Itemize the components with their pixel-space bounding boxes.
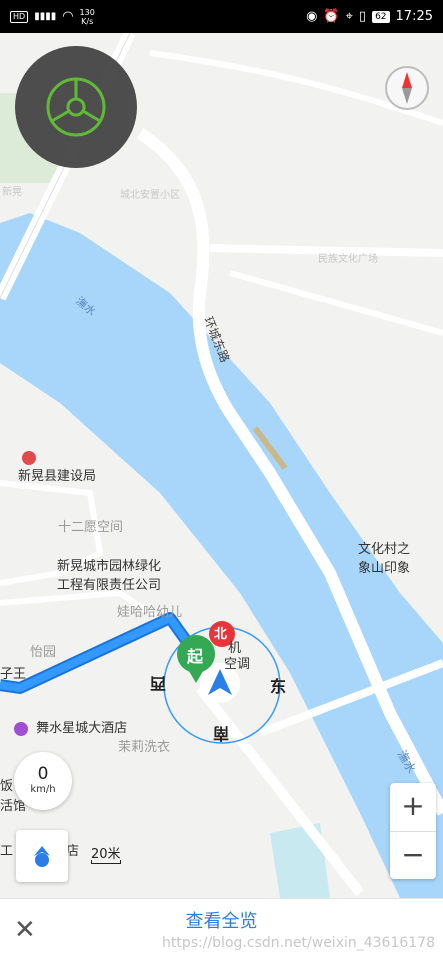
poi-garden-company-line2: 工程有限责任公司: [57, 578, 162, 593]
poi-bind[interactable]: 饭: [0, 775, 13, 794]
locate-icon: [34, 846, 50, 867]
alarm-icon: ⏰: [323, 9, 340, 24]
poi-red-icon: [22, 451, 36, 465]
hd-badge: HD: [10, 10, 29, 23]
overview-button[interactable]: 查看全览: [0, 907, 443, 933]
poi-wang[interactable]: 子王: [0, 663, 26, 682]
clock: 17:25: [395, 9, 433, 24]
location-icon: ⌖: [345, 9, 353, 24]
steering-wheel-icon: [46, 77, 106, 137]
poi-hotel[interactable]: 舞水星城大酒店: [14, 717, 127, 736]
poi-garden-company-line1: 新晃城市园林绿化: [57, 559, 162, 574]
status-bar: HD ▮▮▮▮ ◠ 130 K/s ◉ ⏰ ⌖ ▯ 62 17:25: [0, 0, 443, 33]
status-right: ◉ ⏰ ⌖ ▯ 62 17:25: [306, 9, 433, 24]
start-pin-label: 起: [187, 647, 204, 666]
poi-county-bureau[interactable]: 新晃县建设局: [18, 451, 96, 484]
locate-button[interactable]: [16, 830, 68, 882]
vibrate-icon: ▯: [358, 9, 367, 24]
map-view[interactable]: 潕水 潕水 环城东路 城北安置小区 民族文化广场 新晃 新晃县建设局 十二愿空间…: [0, 33, 443, 898]
zoom-in-button[interactable]: +: [390, 783, 436, 831]
net-speed-unit: K/s: [81, 16, 94, 26]
scale-bar: [91, 860, 121, 864]
compass-button[interactable]: [385, 66, 429, 110]
poi-county-bureau-label: 新晃县建设局: [18, 469, 97, 484]
eye-icon: ◉: [306, 9, 318, 24]
poi-culture-line2: 象山印象: [358, 561, 411, 576]
poi-culture-line1: 文化村之: [358, 542, 411, 557]
poi-ac: 空调: [224, 657, 251, 672]
faint-label-1: 城北安置小区: [120, 190, 180, 201]
poi-store[interactable]: 工: [0, 840, 13, 859]
speed-unit: km/h: [30, 784, 56, 795]
zoom-controls: + −: [390, 783, 436, 879]
status-left: HD ▮▮▮▮ ◠ 130 K/s: [10, 8, 95, 26]
direction-west: 西: [150, 674, 167, 693]
speed-indicator: 0 km/h: [14, 752, 72, 810]
poi-wahaha[interactable]: 娃哈哈幼儿: [117, 601, 182, 620]
faint-label-3: 新晃: [2, 187, 22, 198]
direction-south: 南: [213, 724, 230, 743]
hotel-icon: [14, 721, 28, 736]
speed-value: 0: [37, 764, 49, 784]
poi-laundry[interactable]: 茉莉洗衣: [118, 736, 170, 755]
battery-indicator: 62: [372, 10, 390, 23]
compass-icon: [402, 72, 412, 104]
north-badge: 北: [214, 627, 228, 642]
wifi-icon: ◠: [62, 9, 74, 24]
bottom-bar: ✕ 查看全览 https://blog.csdn.net/weixin_4361…: [0, 898, 443, 961]
poi-twelve-space[interactable]: 十二愿空间: [58, 516, 123, 535]
zoom-out-button[interactable]: −: [390, 832, 436, 880]
net-speed: 130 K/s: [80, 8, 95, 26]
faint-label-2: 民族文化广场: [318, 254, 378, 265]
poi-yiyuan[interactable]: 怡园: [30, 641, 56, 660]
watermark: https://blog.csdn.net/weixin_43616178: [161, 935, 435, 951]
steering-wheel-button[interactable]: [15, 46, 137, 168]
poi-hotel-label: 舞水星城大酒店: [36, 721, 128, 736]
poi-culture[interactable]: 文化村之 象山印象: [358, 538, 410, 576]
signal-icon: ▮▮▮▮: [34, 11, 57, 22]
direction-east: 东: [270, 677, 287, 696]
net-speed-value: 130: [79, 7, 95, 17]
poi-garden-company[interactable]: 新晃城市园林绿化 工程有限责任公司: [57, 555, 161, 593]
